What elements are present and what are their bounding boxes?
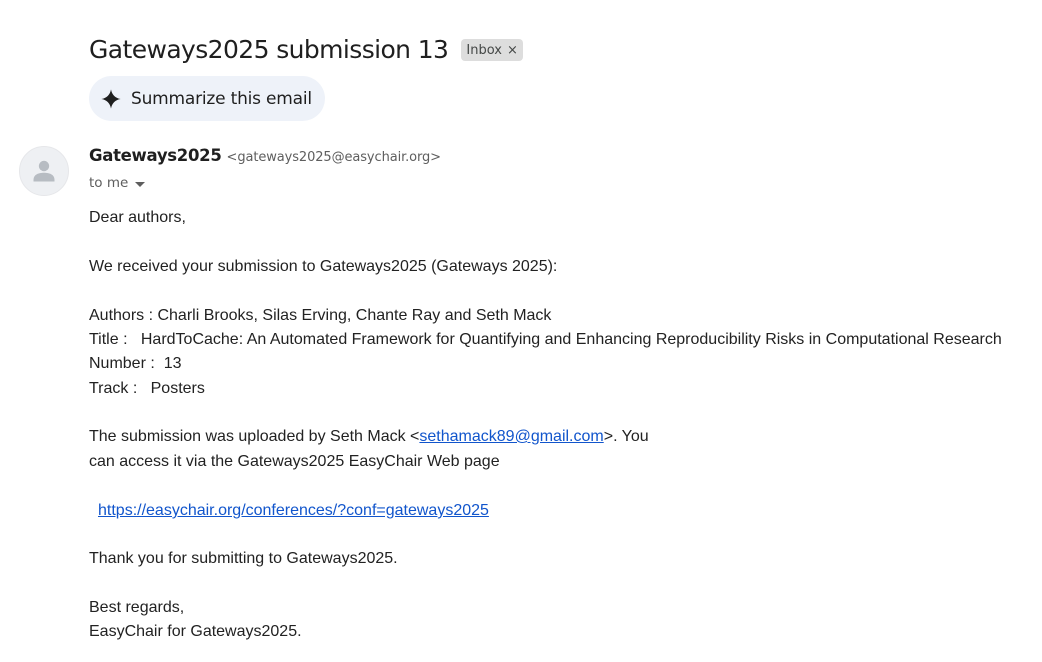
- body-authors: Authors : Charli Brooks, Silas Erving, C…: [89, 307, 552, 324]
- remove-label-icon[interactable]: ×: [507, 43, 518, 58]
- summarize-label: Summarize this email: [131, 88, 312, 109]
- sender-avatar[interactable]: [19, 146, 69, 196]
- body-regards: Best regards,: [89, 599, 185, 616]
- inbox-label-chip[interactable]: Inbox ×: [461, 39, 523, 61]
- subject-row: Gateways2025 submission 13 Inbox ×: [89, 30, 523, 68]
- label-text: Inbox: [466, 42, 502, 58]
- body-signature: EasyChair for Gateways2025.: [89, 623, 302, 640]
- email-subject: Gateways2025 submission 13: [89, 34, 449, 64]
- recipients-dropdown[interactable]: to me: [89, 174, 146, 192]
- recipients-label: to me: [89, 175, 129, 191]
- chevron-down-icon[interactable]: [135, 181, 146, 187]
- body-greeting: Dear authors,: [89, 209, 186, 226]
- easychair-web-link[interactable]: https://easychair.org/conferences/?conf=…: [98, 502, 489, 519]
- summarize-email-button[interactable]: Summarize this email: [89, 76, 325, 121]
- uploaded-prefix: The submission was uploaded by Seth Mack…: [89, 428, 420, 445]
- body-thanks: Thank you for submitting to Gateways2025…: [89, 550, 398, 567]
- body-access: can access it via the Gateways2025 EasyC…: [89, 453, 500, 470]
- body-title: Title : HardToCache: An Automated Framew…: [89, 331, 1002, 348]
- body-url-line: https://easychair.org/conferences/?conf=…: [98, 501, 489, 521]
- body-received: We received your submission to Gateways2…: [89, 258, 558, 275]
- body-number: Number : 13: [89, 355, 182, 372]
- body-uploaded: The submission was uploaded by Seth Mack…: [89, 427, 649, 447]
- sender-email: <gateways2025@easychair.org>: [226, 150, 442, 165]
- sender-name[interactable]: Gateways2025: [89, 146, 222, 165]
- uploader-email-link[interactable]: sethamack89@gmail.com: [419, 428, 603, 445]
- body-track: Track : Posters: [89, 380, 205, 397]
- person-icon: [33, 160, 55, 182]
- sender-row: Gateways2025 <gateways2025@easychair.org…: [89, 146, 441, 170]
- uploaded-suffix: >. You: [603, 428, 649, 445]
- sparkle-icon: [101, 88, 121, 109]
